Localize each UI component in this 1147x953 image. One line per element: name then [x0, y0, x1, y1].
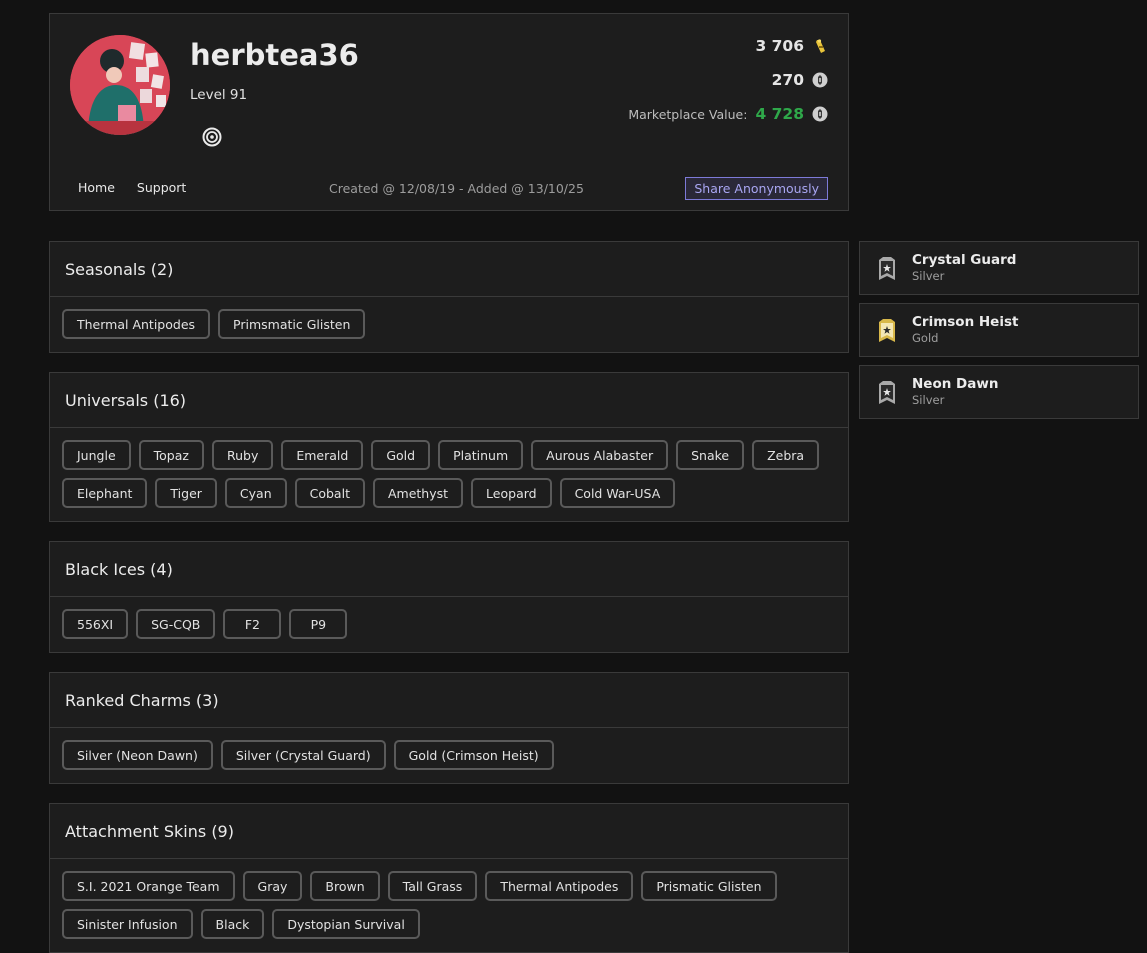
avatar[interactable] [70, 35, 170, 135]
silver-charm-icon [879, 257, 895, 280]
tag[interactable]: P9 [289, 609, 348, 639]
charm-name: Crystal Guard [912, 252, 1017, 268]
share-anonymously-button[interactable]: Share Anonymously [685, 177, 828, 200]
tag[interactable]: Gray [242, 871, 303, 901]
tag[interactable]: 556XI [62, 609, 129, 639]
section-title: Ranked Charms (3) [50, 673, 848, 728]
tag[interactable]: Gold [371, 440, 431, 470]
charm-card-crystal-guard[interactable]: Crystal Guard Silver [859, 241, 1139, 295]
section-attachment-skins: Attachment Skins (9) S.I. 2021 Orange Te… [49, 803, 849, 953]
credits-stat: 3 706 [755, 37, 828, 55]
tag[interactable]: SG-CQB [136, 609, 216, 639]
tag-list: S.I. 2021 Orange Team Gray Brown Tall Gr… [50, 859, 848, 952]
created-added-dates: Created @ 12/08/19 - Added @ 13/10/25 [329, 181, 584, 196]
tag[interactable]: Snake [676, 440, 745, 470]
tag[interactable]: Thermal Antipodes [62, 309, 211, 339]
charm-card-crimson-heist[interactable]: Crimson Heist Gold [859, 303, 1139, 357]
charm-name: Crimson Heist [912, 314, 1019, 330]
tag[interactable]: Black [200, 909, 265, 939]
section-black-ices: Black Ices (4) 556XI SG-CQB F2 P9 [49, 541, 849, 653]
tag-list: Silver (Neon Dawn) Silver (Crystal Guard… [50, 728, 848, 783]
tag[interactable]: F2 [223, 609, 282, 639]
marketplace-value: 4 728 [755, 105, 804, 123]
section-ranked-charms: Ranked Charms (3) Silver (Neon Dawn) Sil… [49, 672, 849, 784]
tag[interactable]: Cobalt [294, 478, 365, 508]
marketplace-stat: Marketplace Value: 4 728 [628, 105, 828, 123]
charm-name: Neon Dawn [912, 376, 999, 392]
tag[interactable]: Jungle [62, 440, 131, 470]
section-title: Attachment Skins (9) [50, 804, 848, 859]
tag[interactable]: Silver (Neon Dawn) [62, 740, 213, 770]
credits-value: 3 706 [755, 37, 804, 55]
tag[interactable]: Amethyst [372, 478, 464, 508]
renown-stat: 270 [772, 71, 828, 89]
renown-value: 270 [771, 71, 804, 89]
tag[interactable]: Ruby [211, 440, 274, 470]
tag[interactable]: Platinum [438, 440, 524, 470]
tag[interactable]: Emerald [281, 440, 364, 470]
charm-rank: Silver [912, 393, 945, 407]
profile-nav: Home Support [78, 180, 186, 195]
section-title: Black Ices (4) [50, 542, 848, 597]
section-universals: Universals (16) Jungle Topaz Ruby Emeral… [49, 372, 849, 522]
r6-renown-icon [812, 106, 828, 122]
tag[interactable]: Tiger [155, 478, 217, 508]
marketplace-label: Marketplace Value: [628, 106, 748, 122]
tag-list: Thermal Antipodes Primsmatic Glisten [50, 297, 848, 352]
gold-charm-icon [879, 319, 895, 342]
tag[interactable]: Dystopian Survival [272, 909, 420, 939]
tag[interactable]: Aurous Alabaster [531, 440, 669, 470]
ubisoft-swirl-icon[interactable] [202, 127, 222, 147]
charm-card-neon-dawn[interactable]: Neon Dawn Silver [859, 365, 1139, 419]
tag-list: Jungle Topaz Ruby Emerald Gold Platinum … [50, 428, 848, 521]
r6-renown-icon [812, 72, 828, 88]
silver-charm-icon [879, 381, 895, 404]
charm-rank: Silver [912, 269, 945, 283]
tag[interactable]: Sinister Infusion [62, 909, 193, 939]
tag[interactable]: Topaz [138, 440, 204, 470]
tag[interactable]: Zebra [752, 440, 820, 470]
nav-support[interactable]: Support [137, 180, 186, 195]
tag[interactable]: Silver (Crystal Guard) [220, 740, 386, 770]
tag[interactable]: Tall Grass [387, 871, 478, 901]
section-seasonals: Seasonals (2) Thermal Antipodes Primsmat… [49, 241, 849, 353]
tag[interactable]: Prismatic Glisten [641, 871, 777, 901]
section-title: Seasonals (2) [50, 242, 848, 297]
tag[interactable]: Primsmatic Glisten [218, 309, 366, 339]
tag[interactable]: Brown [310, 871, 380, 901]
tag[interactable]: Elephant [62, 478, 148, 508]
tag-list: 556XI SG-CQB F2 P9 [50, 597, 848, 652]
username: herbtea36 [190, 38, 359, 72]
tag[interactable]: Cyan [224, 478, 287, 508]
tag[interactable]: Cold War-USA [559, 478, 676, 508]
player-level: Level 91 [190, 87, 248, 103]
charm-rank: Gold [912, 331, 939, 345]
tag[interactable]: Leopard [471, 478, 552, 508]
r6-credits-icon [812, 38, 828, 54]
section-title: Universals (16) [50, 373, 848, 428]
tag[interactable]: S.I. 2021 Orange Team [62, 871, 235, 901]
nav-home[interactable]: Home [78, 180, 115, 195]
profile-card: herbtea36 Level 91 3 706 270 Marketplace… [49, 13, 849, 211]
tag[interactable]: Thermal Antipodes [485, 871, 634, 901]
tag[interactable]: Gold (Crimson Heist) [393, 740, 554, 770]
